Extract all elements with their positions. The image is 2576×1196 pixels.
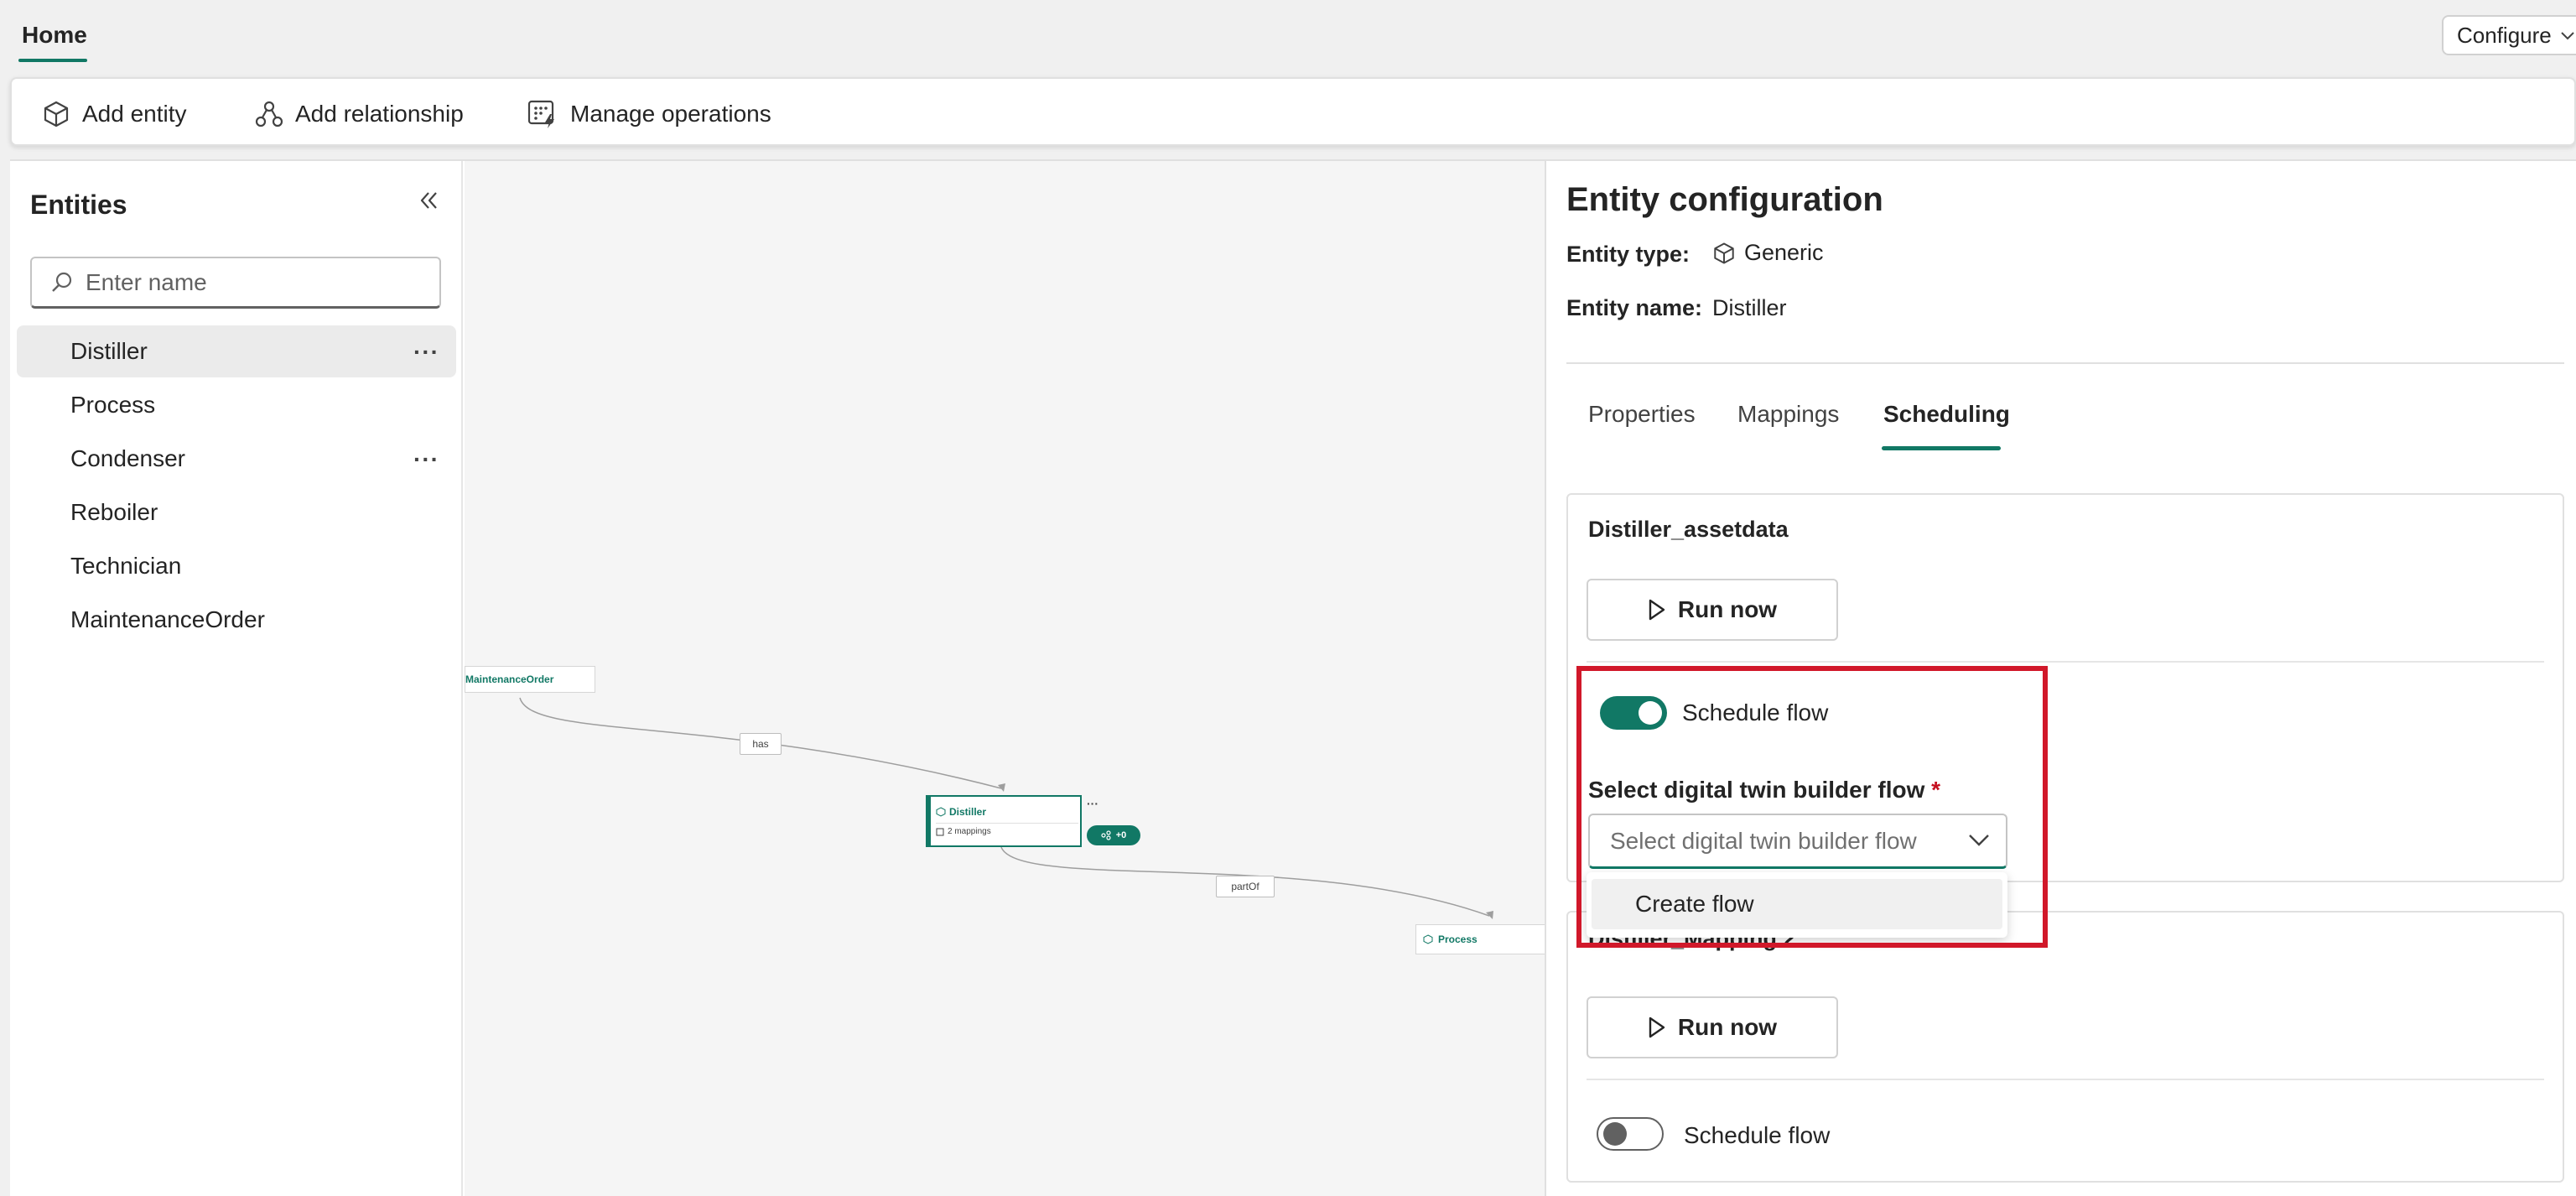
add-entity-label: Add entity <box>82 101 187 127</box>
top-bar <box>0 0 2576 74</box>
node-mappings: 2 mappings <box>936 827 991 836</box>
entity-item-distiller[interactable]: Distiller ··· <box>17 325 456 377</box>
configure-button[interactable]: Configure <box>2442 15 2576 55</box>
node-divider <box>936 823 1078 824</box>
add-entity-button[interactable]: Add entity <box>42 96 187 133</box>
cube-icon <box>1423 934 1433 944</box>
entity-item-condenser[interactable]: Condenser ··· <box>17 433 456 485</box>
entities-panel <box>10 161 463 1196</box>
edge-label-has[interactable]: has <box>740 733 782 755</box>
config-divider <box>1566 362 2564 364</box>
tab-home-underline <box>18 59 87 62</box>
highlight-box <box>1576 666 2048 948</box>
graph-edges <box>519 697 1493 919</box>
collapse-double-chevron-icon[interactable] <box>416 188 441 213</box>
entity-type-text: Generic <box>1744 240 1824 265</box>
tab-scheduling-underline <box>1882 446 2001 450</box>
toggle-knob <box>1603 1122 1627 1146</box>
play-icon <box>1648 1016 1666 1039</box>
manage-operations-label: Manage operations <box>570 101 771 127</box>
graph-canvas[interactable]: MaintenanceOrder has Distiller 2 mapping… <box>465 161 1545 1196</box>
configure-label: Configure <box>2457 22 2552 48</box>
entity-item-label: Condenser <box>70 445 185 471</box>
entity-item-label: Reboiler <box>70 499 158 525</box>
more-options-icon[interactable]: ··· <box>413 446 439 473</box>
cube-icon <box>936 807 946 817</box>
tab-home[interactable]: Home <box>22 22 87 49</box>
card-title: Distiller_assetdata <box>1588 517 1789 542</box>
entity-search-input[interactable] <box>86 268 421 296</box>
node-label: MaintenanceOrder <box>465 673 554 685</box>
entity-type-label: Entity type: <box>1566 242 1690 267</box>
entity-item-label: Distiller <box>70 338 148 364</box>
entity-item-reboiler[interactable]: Reboiler <box>17 486 456 538</box>
entity-item-maintenanceorder[interactable]: MaintenanceOrder <box>17 594 456 646</box>
entities-title: Entities <box>30 190 127 220</box>
operations-icon <box>527 99 558 129</box>
run-now-label: Run now <box>1677 596 1778 622</box>
relationship-icon <box>255 100 283 128</box>
config-title: Entity configuration <box>1566 181 1883 218</box>
edge-label-partof[interactable]: partOf <box>1216 876 1275 897</box>
run-now-button[interactable]: Run now <box>1587 996 1838 1058</box>
play-icon <box>1648 598 1666 621</box>
entity-item-process[interactable]: Process <box>17 379 456 431</box>
tab-mappings[interactable]: Mappings <box>1737 401 1839 428</box>
run-now-button[interactable]: Run now <box>1587 579 1838 641</box>
entity-item-technician[interactable]: Technician <box>17 540 456 592</box>
tab-properties[interactable]: Properties <box>1588 401 1696 428</box>
entity-item-label: Process <box>70 392 156 418</box>
badge-count: +0 <box>1115 830 1127 840</box>
node-distiller[interactable]: Distiller 2 mappings <box>926 795 1082 847</box>
ribbon-toolbar: Add entity Add relationship Manage opera… <box>10 77 2576 146</box>
node-mappings-label: 2 mappings <box>948 827 991 836</box>
entity-search-box[interactable] <box>30 257 441 309</box>
cube-icon <box>42 100 70 128</box>
entity-name-label: Entity name: <box>1566 295 1703 320</box>
tab-scheduling[interactable]: Scheduling <box>1883 401 2010 428</box>
entity-name-value: Distiller <box>1712 295 1787 320</box>
node-header: Distiller <box>936 806 986 818</box>
chevron-down-icon <box>2560 30 2575 40</box>
node-label: Process <box>1438 933 1478 945</box>
manage-operations-button[interactable]: Manage operations <box>527 96 771 133</box>
schedule-flow-toggle[interactable] <box>1597 1117 1664 1151</box>
node-more-icon[interactable]: ··· <box>1087 797 1098 810</box>
search-icon <box>50 271 74 294</box>
schedule-flow-label: Schedule flow <box>1684 1122 1831 1148</box>
more-options-icon[interactable]: ··· <box>413 339 439 366</box>
card-divider <box>1587 661 2544 663</box>
mapping-icon <box>936 828 944 836</box>
entity-type-value: Generic <box>1712 240 1824 266</box>
add-relationship-label: Add relationship <box>295 101 464 127</box>
node-process[interactable]: Process <box>1415 924 1545 954</box>
relationship-icon <box>1101 830 1111 840</box>
node-maintenanceorder[interactable]: MaintenanceOrder <box>465 666 595 693</box>
entity-item-label: MaintenanceOrder <box>70 606 265 632</box>
card-divider <box>1587 1079 2544 1080</box>
node-label: Distiller <box>949 806 987 818</box>
entity-item-label: Technician <box>70 553 182 579</box>
cube-icon <box>1712 242 1736 265</box>
run-now-label: Run now <box>1677 1014 1778 1040</box>
add-relationship-button[interactable]: Add relationship <box>255 96 464 133</box>
node-relationship-badge[interactable]: +0 <box>1087 825 1140 845</box>
